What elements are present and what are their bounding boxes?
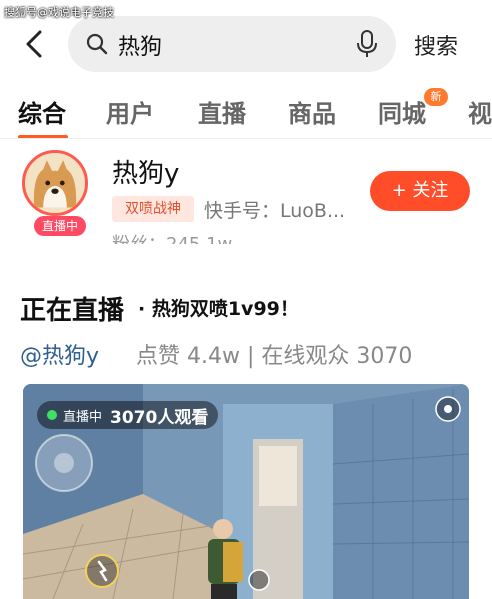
follow-button[interactable]: + 关注: [370, 171, 470, 211]
video-viewers: 3070人观看: [110, 407, 209, 428]
video-live-pill: 直播中 3070人观看: [37, 401, 219, 429]
tab-products[interactable]: 商品: [288, 94, 336, 129]
live-stats: 点赞 4.4w | 在线观众 3070: [136, 344, 413, 369]
live-title[interactable]: · 热狗双喷1v99！: [138, 294, 299, 321]
tab-live[interactable]: 直播: [198, 94, 246, 129]
game-button-icon: [248, 569, 270, 591]
avatar[interactable]: [22, 150, 88, 216]
live-user-link[interactable]: @热狗y: [20, 338, 99, 370]
live-dot-icon: [47, 410, 57, 420]
title-badge: 双喷战神: [112, 196, 194, 222]
tab-bar: 综合 用户 直播 商品 同城 新 视: [0, 82, 492, 139]
tab-nearby[interactable]: 同城: [378, 94, 426, 129]
joystick-icon: [35, 434, 93, 492]
user-name[interactable]: 热狗y: [112, 153, 179, 190]
search-icon: [86, 33, 108, 55]
search-input[interactable]: 热狗: [68, 16, 396, 72]
divider: [0, 138, 492, 139]
tab-overview[interactable]: 综合: [18, 94, 66, 129]
live-video-preview[interactable]: 直播中 3070人观看: [23, 384, 469, 599]
sprint-icon: [85, 554, 119, 588]
kuaishou-id: 快手号：LuoB...: [204, 200, 346, 222]
chevron-left-icon: [26, 30, 42, 58]
tab-users[interactable]: 用户: [106, 94, 154, 129]
microphone-icon[interactable]: [356, 30, 378, 58]
live-tag: 直播中: [34, 216, 86, 236]
search-bar-row: 热狗 搜索: [0, 14, 492, 74]
fans-count: 粉丝：245.1w: [112, 230, 232, 244]
video-live-label: 直播中: [63, 409, 103, 425]
back-button[interactable]: [18, 26, 50, 62]
shiba-dog-avatar-image: [25, 153, 85, 213]
search-button[interactable]: 搜索: [414, 29, 458, 61]
live-heading: 正在直播: [20, 296, 125, 326]
tab-video[interactable]: 视: [468, 94, 492, 129]
settings-icon: [435, 396, 461, 422]
new-badge: 新: [424, 88, 448, 106]
search-query: 热狗: [118, 35, 163, 60]
watermark: 搜狐号@戏说电子竞技: [4, 6, 114, 19]
